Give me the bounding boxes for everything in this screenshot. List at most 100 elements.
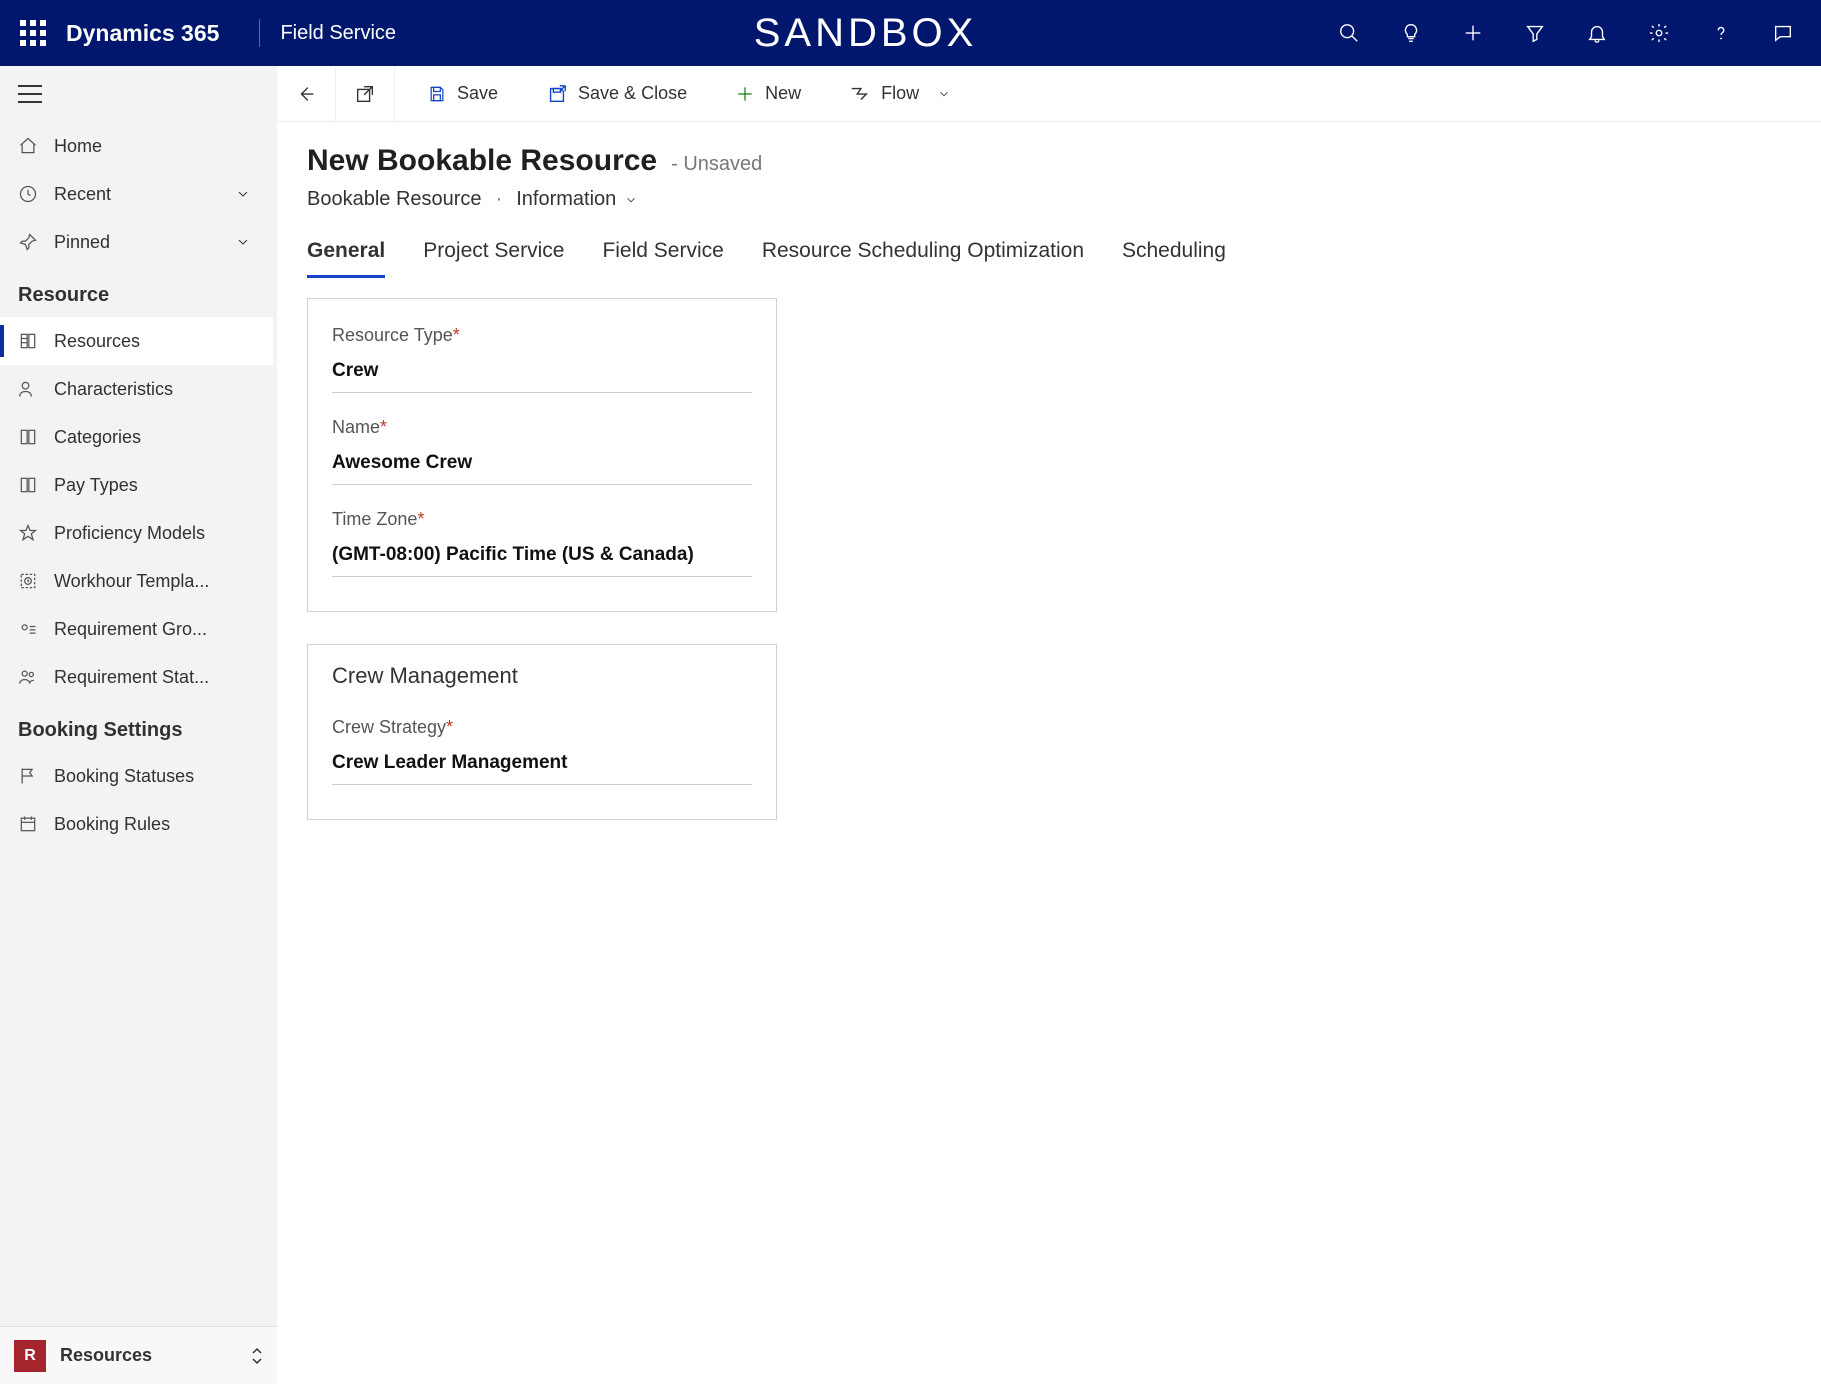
flow-button[interactable]: Flow bbox=[831, 66, 969, 121]
topbar-divider bbox=[259, 19, 260, 47]
open-new-window-button[interactable] bbox=[336, 66, 395, 121]
field-label: Crew Strategy* bbox=[332, 717, 752, 738]
sidebar-item-home[interactable]: Home bbox=[0, 122, 273, 170]
sidebar-item-workhour-template[interactable]: Workhour Templa... bbox=[0, 557, 273, 605]
area-badge: R bbox=[14, 1340, 46, 1372]
sidebar-item-recent[interactable]: Recent bbox=[0, 170, 273, 218]
field-label: Name* bbox=[332, 417, 752, 438]
assistant-button[interactable] bbox=[1769, 19, 1797, 47]
content-area: Save Save & Close New Flow New Bookable … bbox=[277, 66, 1821, 1384]
sidebar-item-label: Workhour Templa... bbox=[54, 571, 209, 592]
field-label: Resource Type* bbox=[332, 325, 752, 346]
form-selector[interactable]: Information bbox=[516, 188, 638, 211]
save-button[interactable]: Save bbox=[409, 66, 516, 121]
area-switcher-label: Resources bbox=[60, 1345, 237, 1366]
paytypes-icon bbox=[18, 475, 38, 495]
app-launcher-button[interactable] bbox=[0, 20, 66, 46]
new-button[interactable]: New bbox=[717, 66, 819, 121]
star-icon bbox=[18, 523, 38, 543]
sidebar-item-booking-rules[interactable]: Booking Rules bbox=[0, 800, 273, 848]
clock-icon bbox=[18, 184, 38, 204]
field-crew-strategy[interactable]: Crew Strategy* Crew Leader Management bbox=[332, 717, 752, 785]
insights-button[interactable] bbox=[1397, 19, 1425, 47]
flow-icon bbox=[849, 83, 871, 105]
chevron-down-icon bbox=[235, 186, 251, 202]
app-name-label[interactable]: Field Service bbox=[280, 22, 396, 45]
field-resource-type[interactable]: Resource Type* Crew bbox=[332, 325, 752, 393]
field-time-zone[interactable]: Time Zone* (GMT-08:00) Pacific Time (US … bbox=[332, 509, 752, 577]
sidebar-scroll[interactable]: Home Recent Pinned bbox=[0, 122, 277, 1326]
filter-button[interactable] bbox=[1521, 19, 1549, 47]
sidebar-item-resources[interactable]: Resources bbox=[0, 317, 273, 365]
sidebar-item-label: Booking Statuses bbox=[54, 766, 194, 787]
settings-button[interactable] bbox=[1645, 19, 1673, 47]
search-button[interactable] bbox=[1335, 19, 1363, 47]
gear-icon bbox=[1648, 22, 1670, 44]
form-page: New Bookable Resource - Unsaved Bookable… bbox=[277, 122, 1821, 850]
help-button[interactable] bbox=[1707, 19, 1735, 47]
tab-scheduling[interactable]: Scheduling bbox=[1122, 239, 1226, 278]
save-close-label: Save & Close bbox=[578, 83, 687, 104]
tab-general[interactable]: General bbox=[307, 239, 385, 278]
brand-label[interactable]: Dynamics 365 bbox=[66, 20, 239, 47]
tab-rso[interactable]: Resource Scheduling Optimization bbox=[762, 239, 1084, 278]
group-icon bbox=[18, 619, 38, 639]
sidebar-item-categories[interactable]: Categories bbox=[0, 413, 273, 461]
new-label: New bbox=[765, 83, 801, 104]
topbar-icons bbox=[1335, 19, 1821, 47]
sidebar-item-pay-types[interactable]: Pay Types bbox=[0, 461, 273, 509]
sidebar-item-requirement-groups[interactable]: Requirement Gro... bbox=[0, 605, 273, 653]
sidebar-item-label: Proficiency Models bbox=[54, 523, 205, 544]
resource-icon bbox=[18, 331, 38, 351]
sidebar-item-proficiency-models[interactable]: Proficiency Models bbox=[0, 509, 273, 557]
sidebar-collapse-button[interactable] bbox=[0, 66, 277, 122]
tab-project-service[interactable]: Project Service bbox=[423, 239, 564, 278]
field-value: (GMT-08:00) Pacific Time (US & Canada) bbox=[332, 544, 752, 577]
sidebar-item-label: Requirement Stat... bbox=[54, 667, 209, 688]
lightbulb-icon bbox=[1400, 22, 1422, 44]
main-layout: Home Recent Pinned bbox=[0, 66, 1821, 1384]
tab-field-service[interactable]: Field Service bbox=[602, 239, 723, 278]
chevron-down-icon bbox=[937, 87, 951, 101]
form-section-crew-management: Crew Management Crew Strategy* Crew Lead… bbox=[307, 644, 777, 820]
question-icon bbox=[1710, 22, 1732, 44]
section-title: Crew Management bbox=[332, 663, 752, 689]
sidebar-item-booking-statuses[interactable]: Booking Statuses bbox=[0, 752, 273, 800]
pin-icon bbox=[18, 232, 38, 252]
back-arrow-icon bbox=[295, 83, 317, 105]
page-title-row: New Bookable Resource - Unsaved bbox=[307, 144, 1821, 178]
sidebar-section-resource: Resource bbox=[0, 266, 273, 317]
sidebar-item-label: Categories bbox=[54, 427, 141, 448]
waffle-icon bbox=[20, 20, 46, 46]
field-value: Crew Leader Management bbox=[332, 752, 752, 785]
save-label: Save bbox=[457, 83, 498, 104]
sidebar-item-pinned[interactable]: Pinned bbox=[0, 218, 273, 266]
flag-icon bbox=[18, 766, 38, 786]
sidebar-item-label: Pay Types bbox=[54, 475, 138, 496]
sidebar-item-characteristics[interactable]: Characteristics bbox=[0, 365, 273, 413]
search-icon bbox=[1338, 22, 1360, 44]
bell-icon bbox=[1586, 22, 1608, 44]
global-topbar: Dynamics 365 Field Service SANDBOX bbox=[0, 0, 1821, 66]
calendar-icon bbox=[18, 814, 38, 834]
sidebar-item-label: Characteristics bbox=[54, 379, 173, 400]
notifications-button[interactable] bbox=[1583, 19, 1611, 47]
sidebar-item-label: Home bbox=[54, 136, 102, 157]
quick-create-button[interactable] bbox=[1459, 19, 1487, 47]
save-close-button[interactable]: Save & Close bbox=[528, 66, 705, 121]
field-label: Time Zone* bbox=[332, 509, 752, 530]
back-button[interactable] bbox=[277, 66, 336, 121]
form-name-label: Information bbox=[516, 188, 616, 211]
sidebar-section-booking: Booking Settings bbox=[0, 701, 273, 752]
plus-icon bbox=[1462, 22, 1484, 44]
home-icon bbox=[18, 136, 38, 156]
field-name[interactable]: Name* Awesome Crew bbox=[332, 417, 752, 485]
environment-label: SANDBOX bbox=[396, 11, 1335, 56]
sidebar-item-label: Requirement Gro... bbox=[54, 619, 207, 640]
person-icon bbox=[18, 379, 38, 399]
hamburger-icon bbox=[18, 85, 42, 103]
people-icon bbox=[18, 667, 38, 687]
page-title: New Bookable Resource bbox=[307, 144, 657, 178]
sidebar-item-requirement-status[interactable]: Requirement Stat... bbox=[0, 653, 273, 701]
area-switcher[interactable]: R Resources bbox=[0, 1326, 277, 1384]
